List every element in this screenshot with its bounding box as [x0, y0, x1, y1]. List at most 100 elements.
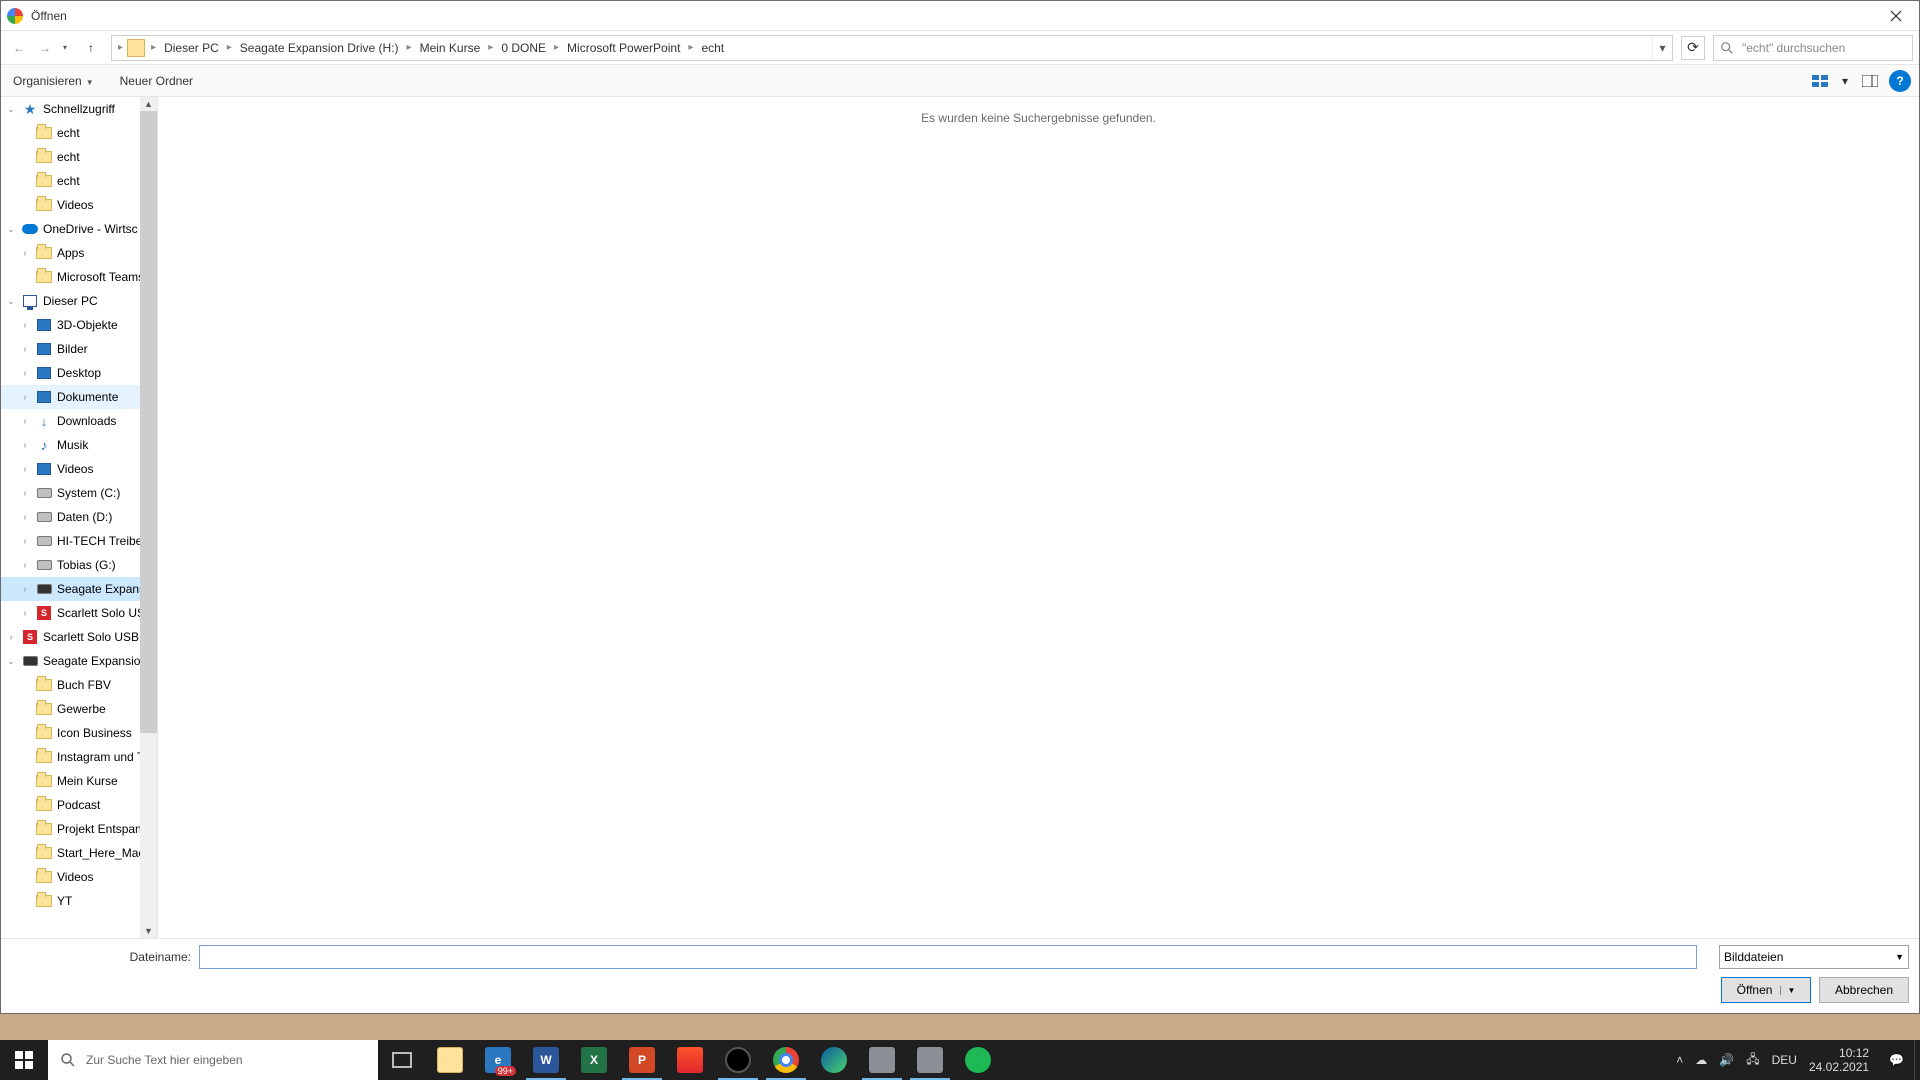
- tree-item[interactable]: echt: [1, 121, 157, 145]
- taskbar-app-chrome[interactable]: [762, 1040, 810, 1080]
- chevron-right-icon[interactable]: ▸: [225, 42, 234, 53]
- breadcrumb-item[interactable]: Mein Kurse: [414, 36, 487, 60]
- expand-toggle-icon[interactable]: ⌄: [5, 104, 17, 115]
- navigation-tree[interactable]: ⌄SchnellzugriffechtechtechtVideos⌄OneDri…: [1, 97, 158, 938]
- tree-item[interactable]: Podcast: [1, 793, 157, 817]
- tree-item[interactable]: ⌄Dieser PC: [1, 289, 157, 313]
- expand-toggle-icon[interactable]: ›: [5, 632, 17, 642]
- taskbar-app-excel[interactable]: X: [570, 1040, 618, 1080]
- chevron-right-icon[interactable]: ▸: [486, 42, 495, 53]
- filetype-select[interactable]: Bilddateien▼: [1719, 945, 1909, 969]
- tree-item[interactable]: ⌄Schnellzugriff: [1, 97, 157, 121]
- expand-toggle-icon[interactable]: ›: [19, 248, 31, 258]
- taskbar-app-generic2[interactable]: [906, 1040, 954, 1080]
- view-dropdown[interactable]: ▾: [1839, 70, 1851, 92]
- expand-toggle-icon[interactable]: ›: [19, 488, 31, 498]
- tree-item[interactable]: Videos: [1, 193, 157, 217]
- expand-toggle-icon[interactable]: ›: [19, 464, 31, 474]
- help-button[interactable]: ?: [1889, 70, 1911, 92]
- volume-tray-icon[interactable]: 🔊: [1719, 1053, 1734, 1067]
- chevron-right-icon[interactable]: ▸: [405, 42, 414, 53]
- tree-item[interactable]: Mein Kurse: [1, 769, 157, 793]
- chevron-right-icon[interactable]: ▸: [686, 42, 695, 53]
- tree-item[interactable]: ›Daten (D:): [1, 505, 157, 529]
- tree-item[interactable]: ›Tobias (G:): [1, 553, 157, 577]
- tree-item[interactable]: echt: [1, 169, 157, 193]
- scroll-thumb[interactable]: [140, 111, 157, 733]
- tree-item[interactable]: Gewerbe: [1, 697, 157, 721]
- chevron-right-icon[interactable]: ▸: [149, 42, 158, 53]
- expand-toggle-icon[interactable]: ›: [19, 392, 31, 402]
- taskbar-clock[interactable]: 10:12 24.02.2021: [1809, 1046, 1877, 1075]
- tree-item[interactable]: ›HI-TECH Treiber: [1, 529, 157, 553]
- tree-item[interactable]: ⌄OneDrive - Wirtsc: [1, 217, 157, 241]
- breadcrumb-item[interactable]: Dieser PC: [158, 36, 225, 60]
- tree-item[interactable]: Videos: [1, 865, 157, 889]
- filename-input[interactable]: [199, 945, 1697, 969]
- taskbar-search[interactable]: Zur Suche Text hier eingeben: [48, 1040, 378, 1080]
- tree-item[interactable]: Buch FBV: [1, 673, 157, 697]
- expand-toggle-icon[interactable]: ›: [19, 344, 31, 354]
- start-button[interactable]: [0, 1040, 48, 1080]
- tree-scrollbar[interactable]: ▲ ▼: [140, 97, 157, 938]
- expand-toggle-icon[interactable]: ›: [19, 608, 31, 618]
- refresh-button[interactable]: ⟳: [1681, 36, 1705, 60]
- address-bar[interactable]: ▸ ▸ Dieser PC ▸ Seagate Expansion Drive …: [111, 35, 1673, 61]
- tree-item[interactable]: ›Downloads: [1, 409, 157, 433]
- history-dropdown[interactable]: ▾: [59, 43, 71, 52]
- tree-item[interactable]: ›System (C:): [1, 481, 157, 505]
- expand-toggle-icon[interactable]: ⌄: [5, 296, 17, 307]
- tree-item[interactable]: ›Musik: [1, 433, 157, 457]
- tree-item[interactable]: ›Dokumente: [1, 385, 157, 409]
- tree-item[interactable]: ›SScarlett Solo USB: [1, 601, 157, 625]
- new-folder-button[interactable]: Neuer Ordner: [116, 72, 197, 90]
- tree-item[interactable]: ›Bilder: [1, 337, 157, 361]
- notifications-tray-icon[interactable]: 💬: [1889, 1053, 1904, 1067]
- expand-toggle-icon[interactable]: ›: [19, 320, 31, 330]
- close-button[interactable]: [1873, 1, 1919, 31]
- tree-item[interactable]: ⌄Seagate Expansion: [1, 649, 157, 673]
- open-button[interactable]: Öffnen▼: [1721, 977, 1811, 1003]
- tree-item[interactable]: YT: [1, 889, 157, 913]
- chevron-right-icon[interactable]: ▸: [116, 42, 125, 53]
- taskbar-app-generic1[interactable]: [858, 1040, 906, 1080]
- tree-item[interactable]: ›SScarlett Solo USB: [1, 625, 157, 649]
- task-view-button[interactable]: [378, 1040, 426, 1080]
- tree-item[interactable]: ›Desktop: [1, 361, 157, 385]
- forward-button[interactable]: →: [33, 36, 57, 60]
- tree-item[interactable]: ›Apps: [1, 241, 157, 265]
- tree-item[interactable]: ›Seagate Expansi: [1, 577, 157, 601]
- onedrive-tray-icon[interactable]: ☁: [1695, 1053, 1707, 1067]
- breadcrumb-item[interactable]: Microsoft PowerPoint: [561, 36, 686, 60]
- language-indicator[interactable]: DEU: [1772, 1053, 1797, 1067]
- search-input[interactable]: "echt" durchsuchen: [1713, 35, 1913, 61]
- breadcrumb-item[interactable]: 0 DONE: [495, 36, 552, 60]
- show-desktop-button[interactable]: [1914, 1040, 1920, 1080]
- breadcrumb-item[interactable]: Seagate Expansion Drive (H:): [234, 36, 405, 60]
- scroll-down-icon[interactable]: ▼: [140, 924, 157, 938]
- expand-toggle-icon[interactable]: ›: [19, 512, 31, 522]
- taskbar-app-explorer[interactable]: [426, 1040, 474, 1080]
- scroll-up-icon[interactable]: ▲: [140, 97, 157, 111]
- taskbar-app-brave[interactable]: [666, 1040, 714, 1080]
- show-hidden-icons[interactable]: ˄: [1676, 1053, 1683, 1067]
- expand-toggle-icon[interactable]: ›: [19, 560, 31, 570]
- breadcrumb-item[interactable]: echt: [695, 36, 730, 60]
- taskbar-app-ie[interactable]: e99+: [474, 1040, 522, 1080]
- taskbar-app-spotify[interactable]: [954, 1040, 1002, 1080]
- view-mode-button[interactable]: [1809, 70, 1831, 92]
- back-button[interactable]: ←: [7, 36, 31, 60]
- address-dropdown[interactable]: ▾: [1652, 36, 1672, 60]
- expand-toggle-icon[interactable]: ›: [19, 584, 31, 594]
- expand-toggle-icon[interactable]: ⌄: [5, 224, 17, 235]
- expand-toggle-icon[interactable]: ⌄: [5, 656, 17, 667]
- taskbar-app-powerpoint[interactable]: P: [618, 1040, 666, 1080]
- tree-item[interactable]: Projekt Entspann: [1, 817, 157, 841]
- expand-toggle-icon[interactable]: ›: [19, 440, 31, 450]
- preview-pane-button[interactable]: [1859, 70, 1881, 92]
- tree-item[interactable]: Icon Business: [1, 721, 157, 745]
- network-tray-icon[interactable]: 🖧: [1746, 1050, 1759, 1071]
- organize-button[interactable]: Organisieren▼: [9, 72, 98, 90]
- expand-toggle-icon[interactable]: ›: [19, 536, 31, 546]
- taskbar-app-obs[interactable]: [714, 1040, 762, 1080]
